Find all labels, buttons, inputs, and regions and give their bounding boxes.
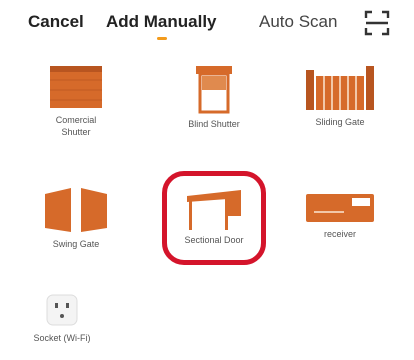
commercial-shutter-icon (50, 66, 102, 108)
device-label: Blind Shutter (188, 119, 240, 129)
device-receiver[interactable]: receiver (288, 184, 392, 240)
device-label: receiver (323, 229, 356, 239)
sliding-gate-icon (306, 66, 374, 110)
device-label: Sliding Gate (315, 117, 365, 127)
tab-auto-scan[interactable]: Auto Scan (259, 12, 337, 32)
device-label: Socket (Wi-Fi) (33, 333, 91, 343)
blind-shutter-icon (196, 66, 232, 114)
swing-gate-icon (45, 188, 107, 232)
device-swing-gate[interactable]: Swing Gate (24, 184, 128, 250)
socket-icon (46, 294, 78, 326)
active-tab-indicator (157, 37, 167, 40)
device-commercial-shutter[interactable]: Comercial Shutter (24, 64, 128, 138)
device-sliding-gate[interactable]: Sliding Gate (288, 64, 392, 128)
device-label: Comercial Shutter (55, 115, 97, 137)
qr-scan-icon[interactable] (364, 10, 390, 36)
device-label: Swing Gate (52, 239, 100, 249)
receiver-icon (306, 194, 374, 222)
cancel-button[interactable]: Cancel (28, 12, 84, 32)
highlight-ring (162, 171, 266, 265)
device-socket[interactable]: Socket (Wi-Fi) (10, 292, 114, 344)
tab-add-manually[interactable]: Add Manually (106, 12, 217, 32)
header: Cancel Add Manually Auto Scan (0, 0, 414, 46)
device-blind-shutter[interactable]: Blind Shutter (162, 64, 266, 130)
